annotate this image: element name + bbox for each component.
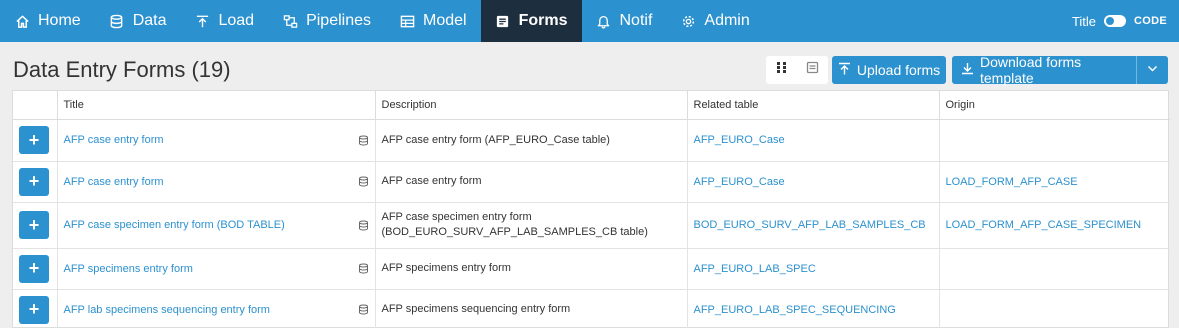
form-description: AFP case entry form (375, 161, 688, 203)
table-row: + AFP case entry form AFP case entry for… (13, 119, 1170, 162)
add-entry-button[interactable]: + (19, 211, 49, 239)
form-description: AFP case entry form (AFP_EURO_Case table… (375, 119, 688, 162)
form-description: AFP case specimen entry form (BOD_EURO_S… (375, 202, 688, 249)
database-icon[interactable] (358, 304, 369, 315)
related-table-link[interactable]: BOD_EURO_SURV_AFP_LAB_SAMPLES_CB (694, 219, 926, 231)
add-entry-button[interactable]: + (19, 126, 49, 154)
form-description: AFP specimens sequencing entry form (375, 289, 688, 328)
top-navbar: Home Data Load Pipelines Model Forms Not… (0, 0, 1179, 42)
nav-forms[interactable]: Forms (480, 0, 582, 42)
related-table-link[interactable]: AFP_EURO_LAB_SPEC_SEQUENCING (694, 304, 896, 316)
chevron-down-icon (1146, 62, 1159, 78)
forms-icon (495, 13, 511, 29)
nav-load-label: Load (218, 12, 255, 29)
gear-icon (680, 13, 696, 29)
upload-forms-button[interactable]: Upload forms (832, 56, 946, 84)
add-entry-button[interactable]: + (19, 254, 49, 283)
table-row: + AFP lab specimens sequencing entry for… (13, 289, 1170, 328)
plus-icon: + (28, 129, 40, 150)
column-header-action (13, 91, 58, 120)
home-icon (14, 13, 30, 29)
nav-data[interactable]: Data (95, 0, 181, 42)
table-header-row: Title Description Related table Origin (13, 91, 1170, 120)
form-title-link[interactable]: AFP case entry form (64, 134, 164, 146)
plus-icon: + (28, 258, 40, 278)
related-table-link[interactable]: AFP_EURO_Case (694, 176, 785, 188)
origin-link[interactable]: LOAD_FORM_AFP_CASE_SPECIMEN (946, 219, 1142, 231)
bell-icon (596, 13, 612, 29)
form-title-link[interactable]: AFP lab specimens sequencing entry form (64, 304, 270, 316)
related-table-link[interactable]: AFP_EURO_LAB_SPEC (694, 263, 816, 275)
database-icon[interactable] (358, 220, 369, 231)
nav-data-label: Data (132, 12, 167, 29)
download-template-label: Download forms template (980, 54, 1082, 86)
download-icon (961, 62, 974, 78)
nav-pipelines-label: Pipelines (306, 12, 372, 29)
nav-model[interactable]: Model (385, 0, 481, 42)
upload-forms-label: Upload forms (856, 62, 941, 78)
nav-pipelines[interactable]: Pipelines (268, 0, 385, 42)
page-title: Data Entry Forms (19) (13, 57, 231, 82)
table-row: + AFP case entry form AFP case entry for… (13, 161, 1170, 203)
related-table-link[interactable]: AFP_EURO_Case (694, 134, 785, 146)
column-header-origin[interactable]: Origin (939, 91, 1170, 120)
nav-admin-label: Admin (704, 12, 750, 29)
nav-load[interactable]: Load (180, 0, 268, 42)
add-entry-button[interactable]: + (19, 295, 49, 324)
form-view-icon (806, 61, 819, 79)
plus-icon: + (28, 171, 40, 191)
column-header-description[interactable]: Description (375, 91, 688, 120)
nav-notif[interactable]: Notif (582, 0, 667, 42)
forms-table: Title Description Related table Origin +… (12, 90, 1170, 328)
table-row: + AFP specimens entry form AFP specimens… (13, 248, 1170, 290)
add-entry-button[interactable]: + (19, 167, 49, 196)
form-title-link[interactable]: AFP specimens entry form (64, 263, 193, 275)
column-header-related-table[interactable]: Related table (687, 91, 940, 120)
grid-view-button[interactable] (766, 56, 797, 84)
title-code-toggle[interactable] (1104, 15, 1127, 27)
model-icon (399, 13, 415, 29)
form-description: AFP specimens entry form (375, 248, 688, 290)
nav-home[interactable]: Home (0, 0, 95, 42)
form-view-button[interactable] (797, 56, 828, 84)
form-title-link[interactable]: AFP case specimen entry form (BOD TABLE) (64, 219, 285, 231)
plus-icon: + (28, 214, 40, 235)
code-toggle-label: CODE (1134, 15, 1167, 27)
title-toggle-label: Title (1071, 13, 1097, 29)
table-row: + AFP case specimen entry form (BOD TABL… (13, 202, 1170, 249)
upload-arrow-icon (194, 13, 210, 29)
download-dropdown-toggle[interactable] (1136, 56, 1168, 84)
database-icon[interactable] (358, 263, 369, 274)
nav-home-label: Home (38, 12, 81, 29)
form-title-link[interactable]: AFP case entry form (64, 176, 164, 188)
nav-forms-label: Forms (518, 12, 568, 29)
nav-admin[interactable]: Admin (666, 0, 763, 42)
plus-icon: + (28, 299, 40, 319)
upload-icon (838, 62, 851, 78)
column-header-title[interactable]: Title (57, 91, 376, 120)
database-icon[interactable] (358, 135, 369, 146)
download-template-button-group: Download forms template (952, 54, 1168, 86)
grid-icon (775, 61, 788, 79)
title-code-toggle-group: Title CODE (1072, 0, 1179, 42)
database-icon[interactable] (358, 176, 369, 187)
pipelines-icon (282, 13, 298, 29)
nav-model-label: Model (423, 12, 467, 29)
origin-link[interactable]: LOAD_FORM_AFP_CASE (946, 176, 1078, 188)
database-icon (109, 13, 125, 29)
view-toggle-group (766, 56, 828, 84)
download-template-button[interactable]: Download forms template (952, 54, 1136, 86)
nav-notif-label: Notif (619, 12, 653, 29)
